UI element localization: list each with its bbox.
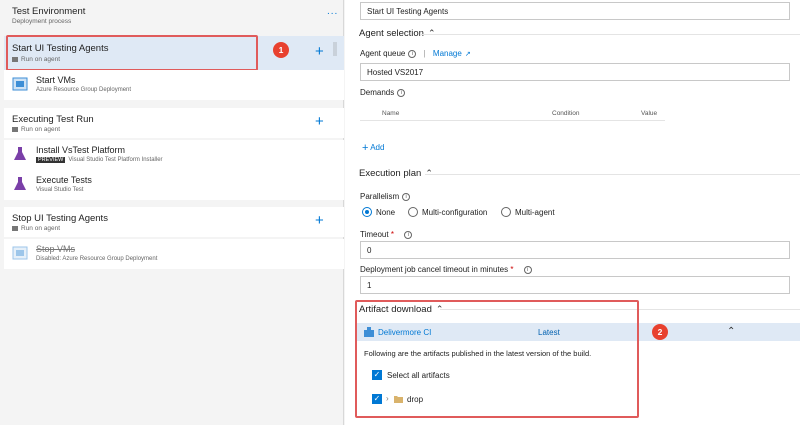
demands-table-divider — [360, 120, 665, 121]
task-title: Execute Tests — [36, 175, 92, 185]
agent-icon — [12, 126, 18, 132]
radio-multi-agent-label: Multi-agent — [515, 208, 555, 217]
cancel-timeout-label: Deployment job cancel timeout in minutes — [360, 265, 509, 274]
flask-icon — [14, 177, 26, 190]
task-title: Install VsTest Platform — [36, 145, 126, 155]
task-subtitle: PREVIEW Visual Studio Test Platform Insta… — [36, 157, 163, 163]
timeout-label-row: Timeout * i — [360, 230, 413, 239]
demands-label-row: Demands i — [360, 88, 406, 97]
more-options-icon[interactable]: ... — [327, 6, 338, 17]
add-task-plus-icon[interactable]: + — [315, 213, 324, 228]
left-pipeline-panel: Test Environment Deployment process ... … — [0, 0, 344, 425]
environment-subtitle: Deployment process — [12, 18, 72, 25]
info-icon[interactable]: i — [404, 230, 413, 239]
required-mark: * — [510, 265, 514, 274]
task-install-vstest-platform[interactable]: Install VsTest Platform PREVIEW Visual St… — [4, 140, 344, 170]
task-subtitle: Disabled: Azure Resource Group Deploymen… — [36, 256, 158, 262]
display-name-field[interactable]: Start UI Testing Agents — [360, 2, 790, 20]
plus-icon: + — [362, 142, 369, 154]
add-demand-label: Add — [370, 143, 385, 153]
demands-label: Demands — [360, 88, 395, 97]
timeout-field[interactable]: 0 — [360, 241, 790, 259]
phase-subtitle: Run on agent — [12, 126, 60, 133]
radio-multi-agent[interactable] — [501, 207, 511, 217]
agent-icon — [12, 225, 18, 231]
azure-resource-group-icon — [12, 246, 28, 260]
task-start-vms[interactable]: Start VMs Azure Resource Group Deploymen… — [4, 70, 344, 100]
task-stop-vms[interactable]: Stop VMs Disabled: Azure Resource Group … — [4, 239, 344, 269]
parallelism-label-row: Parallelism i — [360, 192, 411, 201]
section-divider — [425, 174, 800, 175]
execution-plan-title: Execution plan — [359, 168, 422, 179]
column-header-name: Name — [382, 110, 400, 117]
add-task-plus-icon[interactable]: + — [315, 114, 324, 129]
manage-link[interactable]: Manage — [433, 49, 462, 58]
task-execute-tests[interactable]: Execute Tests Visual Studio Test — [4, 170, 344, 200]
task-title: Start VMs — [36, 75, 76, 85]
info-icon[interactable]: i — [402, 192, 411, 201]
phase-subtitle: Run on agent — [12, 225, 60, 232]
task-title: Stop VMs — [36, 244, 76, 254]
column-header-value: Value — [641, 110, 658, 117]
annotation-badge-2: 2 — [652, 324, 668, 340]
flask-icon — [14, 147, 26, 160]
chevron-up-icon[interactable]: ⌃ — [727, 326, 735, 337]
environment-header[interactable]: Test Environment Deployment process ... — [0, 0, 344, 32]
column-header-condition: Condition — [552, 110, 580, 117]
phase-subtitle-text: Run on agent — [21, 126, 61, 133]
radio-multi-configuration[interactable] — [408, 207, 418, 217]
radio-none[interactable] — [362, 207, 372, 217]
external-link-icon[interactable]: ↗ — [465, 51, 471, 58]
environment-title: Test Environment — [12, 6, 86, 17]
separator: | — [423, 49, 426, 58]
phase-title: Executing Test Run — [12, 114, 94, 125]
section-divider — [420, 34, 800, 35]
timeout-label: Timeout — [360, 230, 389, 239]
highlight-box-1 — [6, 35, 258, 71]
execution-plan-header[interactable]: Execution plan ⌃ — [359, 168, 433, 179]
agent-queue-label: Agent queue — [360, 49, 406, 58]
radio-multi-configuration-label: Multi-configuration — [422, 208, 488, 217]
info-icon[interactable]: i — [408, 49, 417, 58]
phase-executing-test-run[interactable]: Executing Test Run Run on agent + — [4, 108, 344, 138]
agent-queue-label-row: Agent queue i | Manage ↗ — [360, 49, 471, 58]
info-icon[interactable]: i — [397, 88, 406, 97]
annotation-badge-1: 1 — [273, 42, 289, 58]
parallelism-label: Parallelism — [360, 192, 400, 201]
agent-queue-select[interactable]: Hosted VS2017 — [360, 63, 790, 81]
cancel-timeout-field[interactable]: 1 — [360, 276, 790, 294]
cancel-timeout-label-row: Deployment job cancel timeout in minutes… — [360, 265, 532, 274]
task-subtitle: Visual Studio Test — [36, 187, 84, 193]
phase-title: Stop UI Testing Agents — [12, 213, 108, 224]
info-icon[interactable]: i — [523, 265, 532, 274]
drag-handle-icon[interactable] — [333, 42, 337, 56]
azure-resource-group-icon — [12, 77, 28, 91]
add-task-plus-icon[interactable]: + — [315, 44, 324, 59]
task-subtitle-text: Visual Studio Test Platform Installer — [68, 157, 163, 163]
radio-none-label: None — [376, 208, 396, 217]
required-mark: * — [390, 230, 394, 239]
agent-selection-title: Agent selection — [359, 28, 424, 39]
phase-stop-ui-testing-agents[interactable]: Stop UI Testing Agents Run on agent + — [4, 207, 344, 237]
preview-badge: PREVIEW — [36, 157, 66, 163]
highlight-box-2 — [355, 300, 639, 418]
add-demand-button[interactable]: + Add — [362, 142, 384, 154]
task-subtitle: Azure Resource Group Deployment — [36, 87, 132, 93]
phase-subtitle-text: Run on agent — [21, 225, 61, 232]
